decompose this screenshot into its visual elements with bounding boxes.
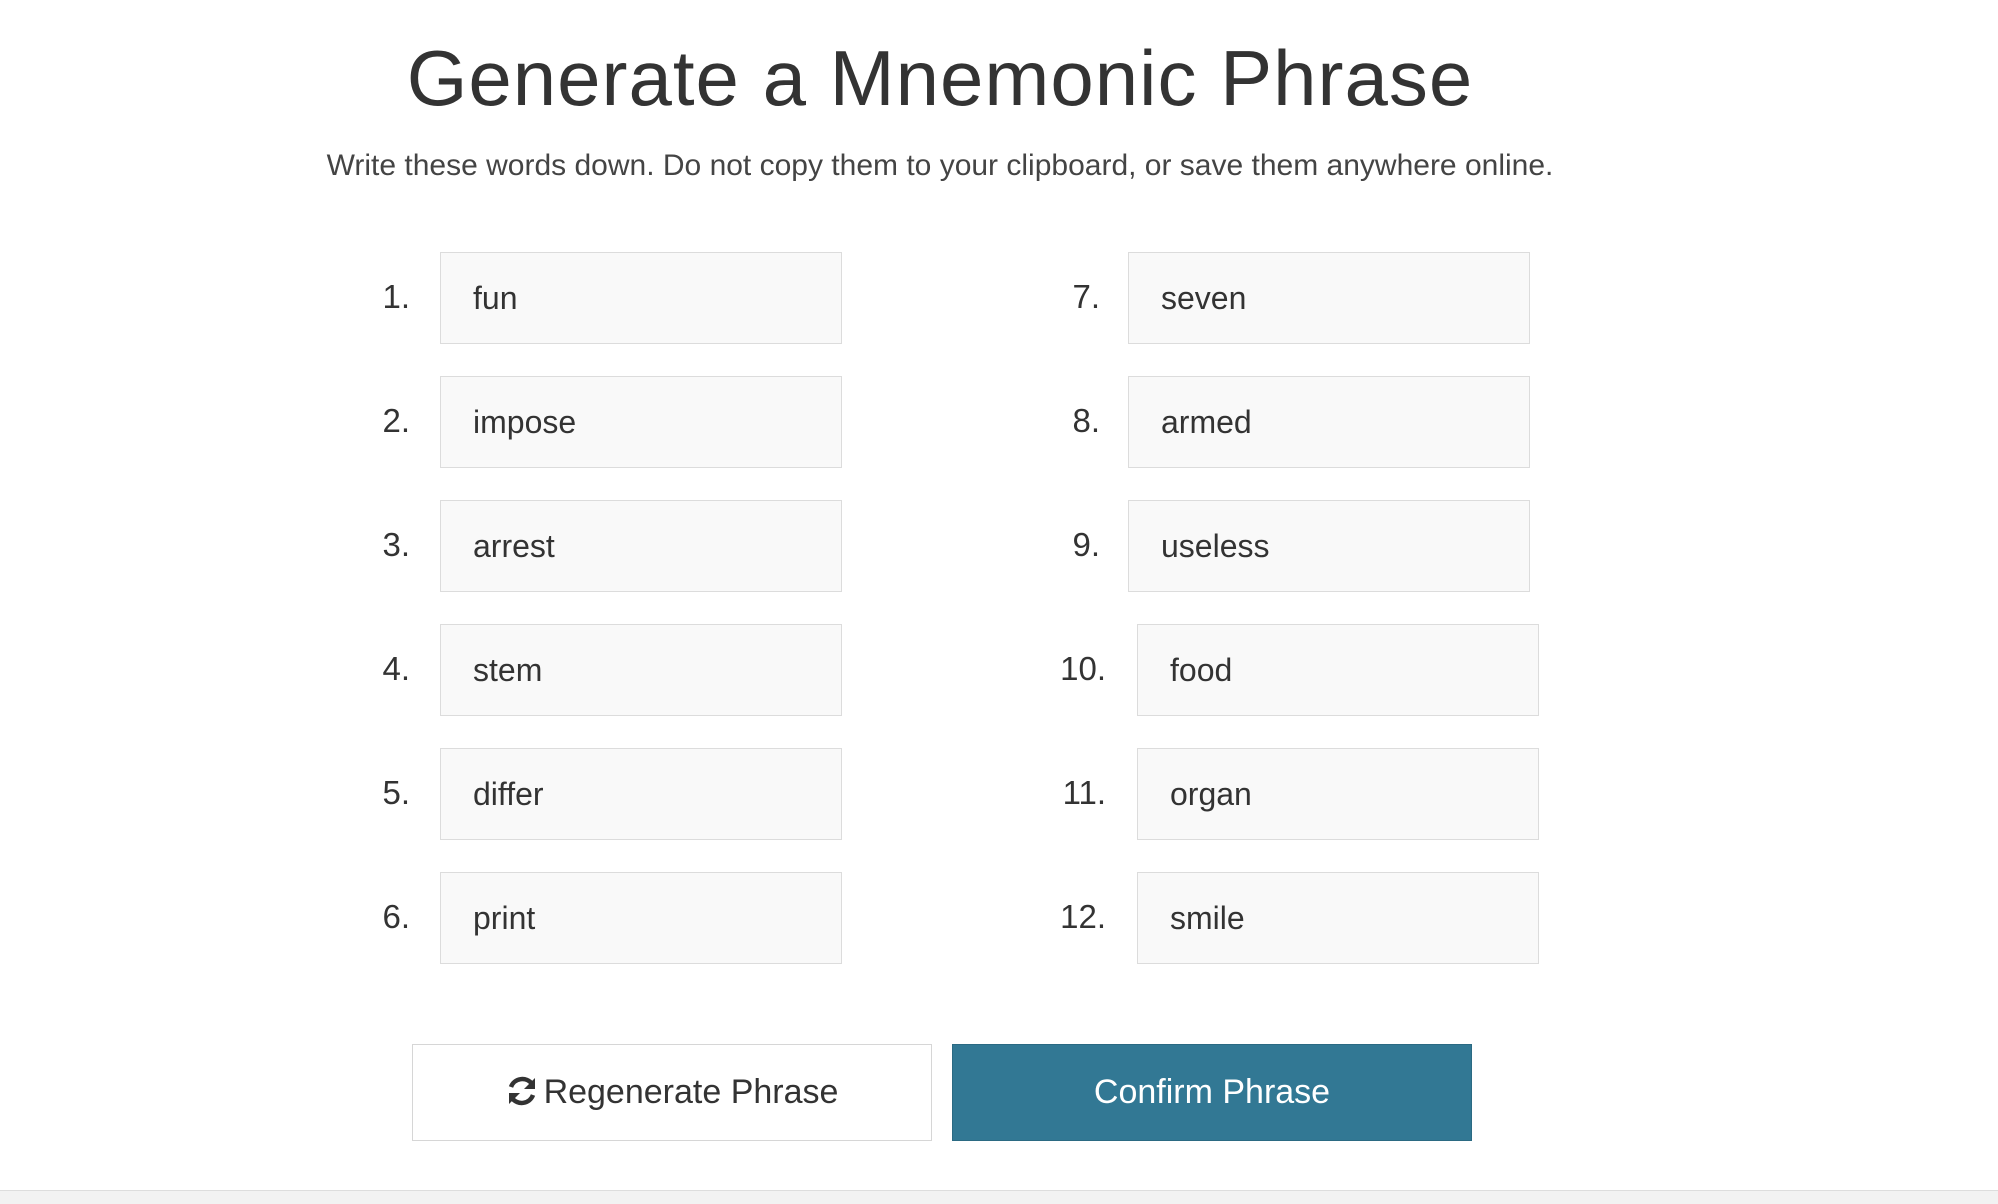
word-row-10: 10. food <box>1060 624 1570 718</box>
word-row-4: 4. stem <box>370 624 870 718</box>
word-field[interactable]: armed <box>1128 376 1530 468</box>
confirm-phrase-button[interactable]: Confirm Phrase <box>952 1044 1472 1141</box>
word-field[interactable]: fun <box>440 252 842 344</box>
word-field[interactable]: food <box>1137 624 1539 716</box>
word-row-12: 12. smile <box>1060 872 1570 966</box>
word-row-11: 11. organ <box>1060 748 1570 842</box>
word-number: 7. <box>1072 278 1100 315</box>
mnemonic-page: Generate a Mnemonic Phrase Write these w… <box>0 0 1998 1204</box>
word-field[interactable]: impose <box>440 376 842 468</box>
word-number: 11. <box>1062 774 1106 811</box>
word-number: 4. <box>382 650 410 687</box>
word-number: 2. <box>382 402 410 439</box>
word-row-5: 5. differ <box>370 748 870 842</box>
word-number: 12. <box>1060 898 1106 935</box>
word-field[interactable]: smile <box>1137 872 1539 964</box>
word-number: 5. <box>382 774 410 811</box>
word-number: 1. <box>382 278 410 315</box>
confirm-label: Confirm Phrase <box>1093 1073 1331 1111</box>
word-row-2: 2. impose <box>370 376 870 470</box>
word-field[interactable]: arrest <box>440 500 842 592</box>
word-row-6: 6. print <box>370 872 870 966</box>
word-field[interactable]: print <box>440 872 842 964</box>
word-row-7: 7. seven <box>1060 252 1560 346</box>
word-field[interactable]: organ <box>1137 748 1539 840</box>
word-row-8: 8. armed <box>1060 376 1560 470</box>
refresh-icon <box>506 1049 538 1106</box>
word-row-9: 9. useless <box>1060 500 1560 594</box>
page-title: Generate a Mnemonic Phrase <box>406 34 1474 122</box>
page-subtitle: Write these words down. Do not copy them… <box>326 149 1554 182</box>
word-field[interactable]: seven <box>1128 252 1530 344</box>
word-row-3: 3. arrest <box>370 500 870 594</box>
regenerate-phrase-button[interactable]: Regenerate Phrase <box>412 1044 932 1141</box>
word-number: 8. <box>1072 402 1100 439</box>
word-number: 6. <box>382 898 410 935</box>
word-number: 3. <box>382 526 410 563</box>
word-number: 9. <box>1072 526 1100 563</box>
word-field[interactable]: differ <box>440 748 842 840</box>
footer-divider <box>0 1190 1998 1204</box>
word-row-1: 1. fun <box>370 252 870 346</box>
word-field[interactable]: stem <box>440 624 842 716</box>
word-number: 10. <box>1060 650 1106 687</box>
regenerate-label: Regenerate Phrase <box>543 1073 839 1111</box>
word-field[interactable]: useless <box>1128 500 1530 592</box>
